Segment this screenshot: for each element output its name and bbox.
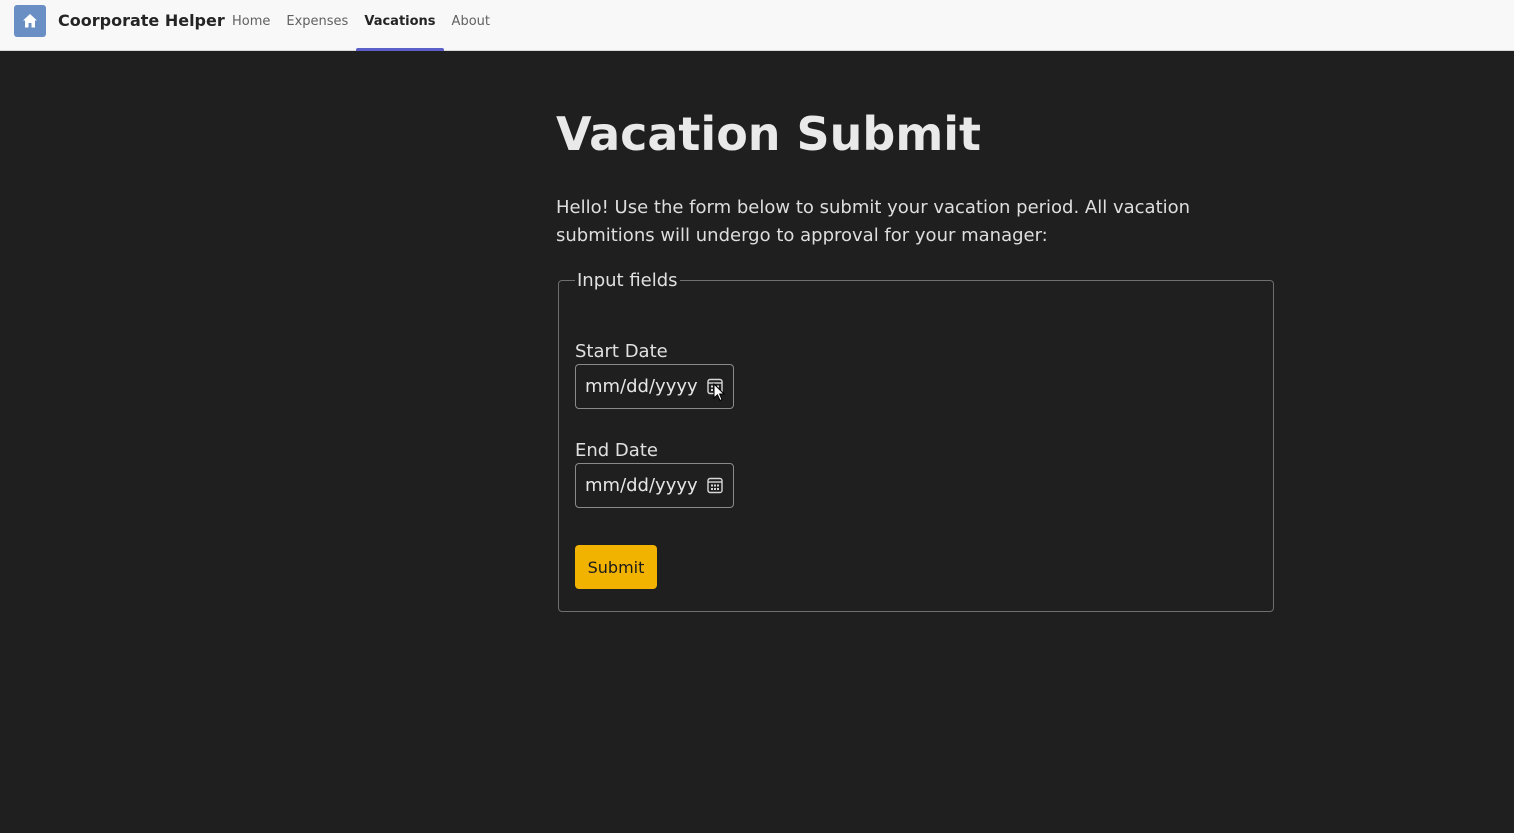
home-icon[interactable] bbox=[14, 5, 46, 37]
start-date-group: Start Date mm/dd/yyyy bbox=[575, 341, 734, 409]
tab-about[interactable]: About bbox=[444, 0, 498, 51]
main-content: Vacation Submit Hello! Use the form belo… bbox=[556, 52, 1276, 612]
start-date-input[interactable]: mm/dd/yyyy bbox=[575, 364, 734, 409]
app-title: Coorporate Helper bbox=[58, 11, 225, 30]
end-date-input[interactable]: mm/dd/yyyy bbox=[575, 463, 734, 508]
tab-home[interactable]: Home bbox=[224, 0, 278, 51]
input-fields-fieldset: Input fields Start Date mm/dd/yyyy End D… bbox=[558, 270, 1274, 612]
tab-vacations[interactable]: Vacations bbox=[356, 0, 444, 51]
submit-button[interactable]: Submit bbox=[575, 545, 657, 589]
nav-tabs: Home Expenses Vacations About bbox=[224, 0, 498, 51]
start-date-label: Start Date bbox=[575, 341, 668, 362]
start-date-placeholder: mm/dd/yyyy bbox=[585, 376, 698, 397]
end-date-label: End Date bbox=[575, 440, 658, 461]
end-date-group: End Date mm/dd/yyyy bbox=[575, 440, 734, 508]
page-title: Vacation Submit bbox=[556, 107, 982, 161]
intro-text: Hello! Use the form below to submit your… bbox=[556, 197, 1191, 246]
end-date-placeholder: mm/dd/yyyy bbox=[585, 475, 698, 496]
top-navigation-bar: Coorporate Helper Home Expenses Vacation… bbox=[0, 0, 1514, 51]
mouse-cursor-icon bbox=[713, 383, 726, 402]
fieldset-legend: Input fields bbox=[577, 270, 678, 291]
tab-expenses[interactable]: Expenses bbox=[278, 0, 356, 51]
home-icon-glyph bbox=[23, 14, 37, 28]
calendar-icon[interactable] bbox=[707, 477, 723, 494]
